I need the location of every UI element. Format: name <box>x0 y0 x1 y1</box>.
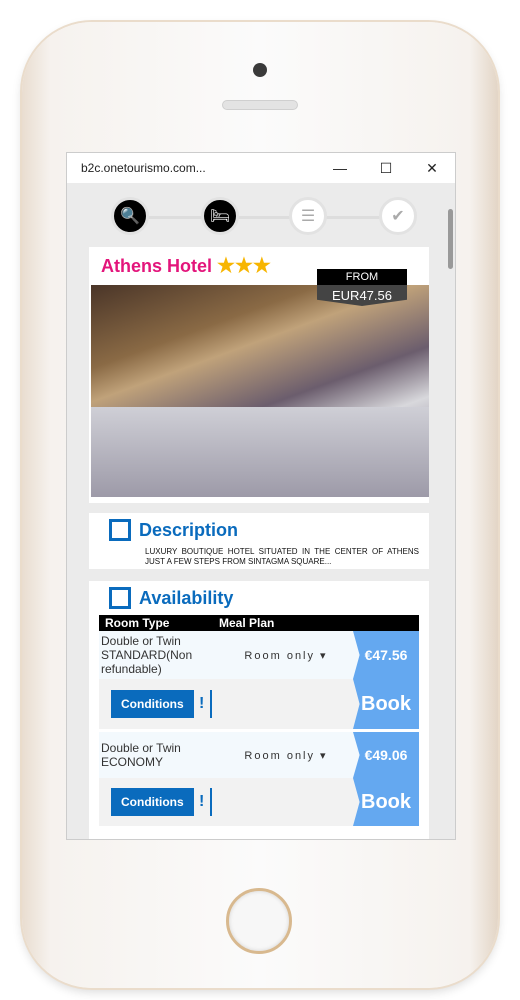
info-button[interactable]: ! <box>194 689 212 718</box>
room-price: €49.06 <box>353 732 419 778</box>
table-row: Conditions! Book <box>99 679 419 729</box>
minimize-button[interactable]: — <box>317 160 363 176</box>
availability-title: Availability <box>139 587 234 608</box>
from-label: FROM <box>317 269 407 285</box>
info-button[interactable]: ! <box>194 787 212 816</box>
room-price: €47.56 <box>353 631 419 679</box>
table-row: Double or Twin ECONOMY Room only ▾ €49.0… <box>99 732 419 778</box>
price-tag: FROM EUR47.56 <box>317 269 407 317</box>
from-price: EUR47.56 <box>317 285 407 306</box>
meal-plan-select[interactable]: Room only ▾ <box>219 631 353 679</box>
book-button[interactable]: Book <box>353 778 419 826</box>
header-meal-plan: Meal Plan <box>219 616 275 630</box>
room-type: Double or Twin ECONOMY <box>101 741 181 769</box>
list-icon[interactable]: ☰ <box>289 197 327 235</box>
description-icon <box>109 519 131 541</box>
star-rating: ★★★ <box>217 255 271 277</box>
description-text: Luxury boutique hotel situated in the ce… <box>145 547 419 566</box>
speaker <box>222 100 298 110</box>
meal-plan-select[interactable]: Room only ▾ <box>219 732 353 778</box>
room-type: Double or Twin STANDARD(Non refundable) <box>101 634 193 676</box>
availability-section: Availability Room Type Meal Plan Double o… <box>89 581 429 839</box>
title-bar: b2c.onetourismo.com... — ☐ ✕ <box>67 153 455 183</box>
table-row: Double or Twin STANDARD(Non refundable) … <box>99 631 419 679</box>
home-button[interactable] <box>226 888 292 954</box>
availability-icon <box>109 587 131 609</box>
progress-steps: 🔍 🛏 ☰ ✔ <box>67 183 455 245</box>
hotel-name: Athens Hotel <box>101 256 213 276</box>
maximize-button[interactable]: ☐ <box>363 160 409 177</box>
conditions-button[interactable]: Conditions <box>111 690 194 719</box>
description-section: Description Luxury boutique hotel situat… <box>89 513 429 569</box>
availability-table: Room Type Meal Plan Double or Twin STANDA… <box>99 615 419 826</box>
book-button[interactable]: Book <box>353 679 419 729</box>
camera <box>253 63 267 77</box>
window-title: b2c.onetourismo.com... <box>81 161 206 175</box>
bed-icon[interactable]: 🛏 <box>201 197 239 235</box>
check-icon[interactable]: ✔ <box>379 197 417 235</box>
browser-window: b2c.onetourismo.com... — ☐ ✕ 🔍 🛏 ☰ ✔ Ath… <box>66 152 456 840</box>
search-icon[interactable]: 🔍 <box>111 197 149 235</box>
header-room-type: Room Type <box>105 616 170 630</box>
description-title: Description <box>139 519 239 540</box>
hotel-card: Athens Hotel ★★★ FROM EUR47.56 <box>89 247 429 503</box>
table-row: Conditions! Book <box>99 778 419 826</box>
close-button[interactable]: ✕ <box>409 160 455 177</box>
conditions-button[interactable]: Conditions <box>111 788 194 817</box>
steps-line <box>135 216 405 219</box>
